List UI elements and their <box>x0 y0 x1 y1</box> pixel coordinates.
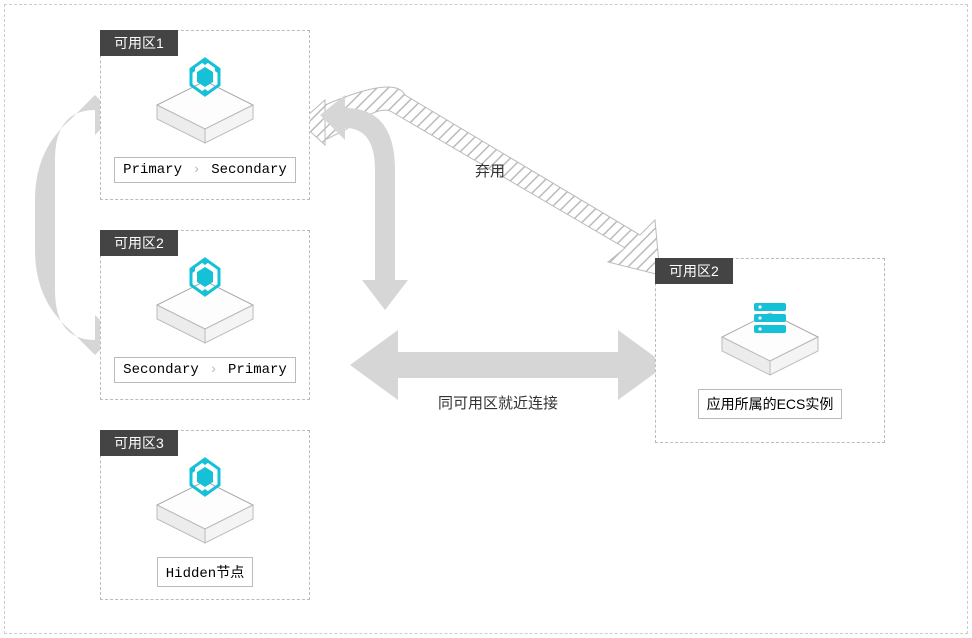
zone-az1-node <box>145 63 265 147</box>
zone-az3-tab-label: 可用区3 <box>114 435 164 451</box>
ecs-instance-icon <box>750 301 790 337</box>
zone-az2-caption: Secondary › Primary <box>114 357 296 383</box>
zone-az1: 可用区1 Primary › <box>100 30 310 200</box>
zone-az3-tab: 可用区3 <box>100 430 178 456</box>
zone-az1-tab: 可用区1 <box>100 30 178 56</box>
zone-az2-node <box>145 263 265 347</box>
zone-ecs-node <box>710 295 830 379</box>
zone-az1-tab-label: 可用区1 <box>114 35 164 51</box>
diagram-canvas: 可用区1 Primary › <box>0 0 972 638</box>
chevron-right-icon: › <box>190 162 202 178</box>
zone-ecs-caption-text: 应用所属的ECS实例 <box>707 396 834 412</box>
zone-ecs: 可用区2 应用所属的ECS实例 <box>655 258 885 443</box>
zone-az3-caption-text: Hidden节点 <box>166 566 244 582</box>
label-deprecated: 弃用 <box>475 160 505 181</box>
zone-az2-tab-label: 可用区2 <box>114 235 164 251</box>
zone-az2-tab: 可用区2 <box>100 230 178 256</box>
label-nearby-text: 同可用区就近连接 <box>438 395 558 412</box>
mongo-node-icon <box>185 257 225 297</box>
zone-az3: 可用区3 Hidden节点 <box>100 430 310 600</box>
zone-az1-caption: Primary › Secondary <box>114 157 296 183</box>
zone-az2-caption-b: Primary <box>228 362 287 378</box>
zone-az3-caption: Hidden节点 <box>157 557 253 587</box>
zone-az2: 可用区2 Secondary › Primary <box>100 230 310 400</box>
zone-ecs-tab: 可用区2 <box>655 258 733 284</box>
zone-az1-caption-a: Primary <box>123 162 182 178</box>
mongo-node-icon <box>185 457 225 497</box>
chevron-right-icon: › <box>207 362 219 378</box>
mongo-node-icon <box>185 57 225 97</box>
zone-az3-node <box>145 463 265 547</box>
zone-az2-caption-a: Secondary <box>123 362 199 378</box>
zone-ecs-tab-label: 可用区2 <box>669 263 719 279</box>
zone-ecs-caption: 应用所属的ECS实例 <box>698 389 843 419</box>
label-nearby: 同可用区就近连接 <box>438 392 558 413</box>
zone-az1-caption-b: Secondary <box>211 162 287 178</box>
label-deprecated-text: 弃用 <box>475 163 505 180</box>
